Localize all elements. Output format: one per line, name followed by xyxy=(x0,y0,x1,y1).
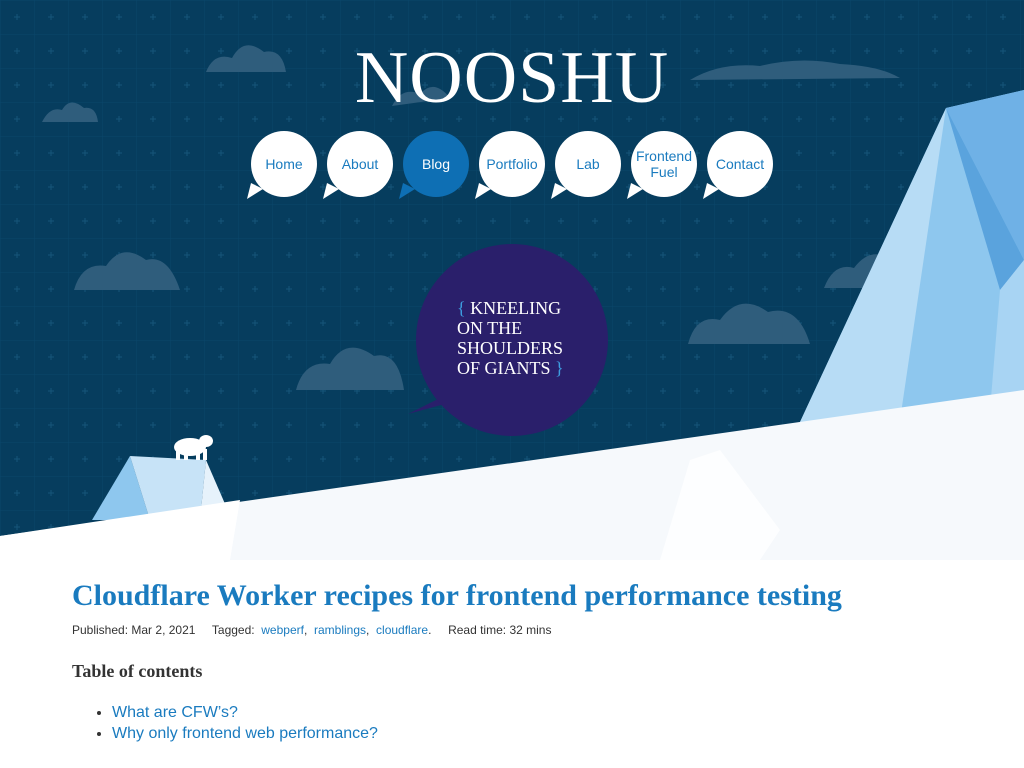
read-time-label: Read time: xyxy=(448,623,507,637)
nav-label: Home xyxy=(265,156,303,172)
toc-item: Why only frontend web performance? xyxy=(112,723,892,744)
toc-link[interactable]: What are CFW’s? xyxy=(112,704,238,721)
nav-label: Blog xyxy=(421,156,451,172)
tagline-line-2: ON THE xyxy=(457,318,523,338)
toc-link[interactable]: Why only frontend web performance? xyxy=(112,725,378,742)
tagline: { KNEELING ON THE SHOULDERS OF GIANTS } xyxy=(457,298,597,378)
nav-label: Lab xyxy=(576,156,600,172)
nav-contact[interactable]: Contact xyxy=(703,131,773,199)
post-meta: Published: Mar 2, 2021 Tagged: webperf, … xyxy=(72,623,552,637)
tagged-label: Tagged: xyxy=(211,623,255,637)
nav-label: Portfolio xyxy=(486,156,538,172)
nav-frontend-fuel[interactable]: Frontend Fuel xyxy=(627,131,697,199)
tagline-line-3: SHOULDERS xyxy=(457,338,564,358)
nav-portfolio[interactable]: Portfolio xyxy=(475,131,545,199)
toc-heading: Table of contents xyxy=(72,661,203,681)
tag-link-webperf[interactable]: webperf xyxy=(261,623,304,637)
toc-item: What are CFW’s? xyxy=(112,702,892,723)
brace-open: { xyxy=(457,298,466,318)
tag-link-ramblings[interactable]: ramblings xyxy=(314,623,366,637)
tagline-line-1: KNEELING xyxy=(470,298,562,318)
nav-label: Contact xyxy=(715,156,765,172)
main-nav: Home About Blog Portfolio Lab Frontend F… xyxy=(0,0,1024,200)
published-label: Published: xyxy=(72,623,129,637)
post-title: Cloudflare Worker recipes for frontend p… xyxy=(72,579,842,612)
hero-banner: NOOSHU { KNEELING ON THE SHOULDERS OF GI… xyxy=(0,0,1024,560)
tag-link-cloudflare[interactable]: cloudflare xyxy=(376,623,428,637)
nav-home[interactable]: Home xyxy=(247,131,317,199)
table-of-contents: What are CFW’s? Why only frontend web pe… xyxy=(72,702,892,744)
brace-close: } xyxy=(555,358,564,378)
article: Cloudflare Worker recipes for frontend p… xyxy=(72,578,892,744)
nav-blog[interactable]: Blog xyxy=(399,131,469,199)
nav-label: Frontend Fuel xyxy=(635,148,693,180)
read-time: 32 mins xyxy=(509,623,552,637)
tagline-line-4: OF GIANTS xyxy=(457,358,551,378)
published-date: Mar 2, 2021 xyxy=(131,623,196,637)
nav-about[interactable]: About xyxy=(323,131,393,199)
nav-lab[interactable]: Lab xyxy=(551,131,621,199)
nav-label: About xyxy=(341,156,379,172)
